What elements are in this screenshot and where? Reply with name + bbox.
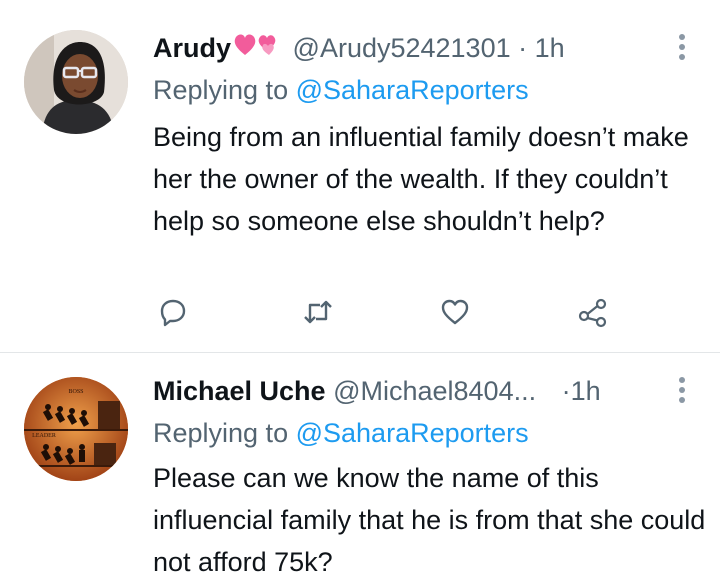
avatar[interactable] (24, 30, 128, 134)
avatar[interactable]: BOSS LEADER (24, 377, 128, 481)
tweet-actions (153, 292, 623, 332)
share-button[interactable] (573, 292, 613, 332)
reply-icon (160, 299, 186, 327)
replying-to: Replying to @SaharaReporters (153, 415, 529, 451)
separator: · (561, 376, 571, 406)
tweet-text: Please can we know the name of this infl… (153, 463, 706, 577)
tweet-header: Michael Uche @Michael8404... ·1h (153, 371, 630, 411)
replying-to: Replying to @SaharaReporters (153, 72, 529, 108)
tweet-header: Arudy @Arudy52421301 · 1h (153, 28, 630, 68)
avatar-illustration: BOSS LEADER (24, 377, 128, 481)
avatar-label-bottom: LEADER (32, 433, 56, 439)
share-icon (578, 298, 607, 328)
user-handle[interactable]: @Michael8404... (333, 376, 536, 406)
user-handle[interactable]: @Arudy52421301 (293, 33, 511, 63)
tweet-arudy[interactable]: Arudy @Arudy52421301 · 1h Replying to @S… (0, 0, 720, 352)
replying-prefix: Replying to (153, 75, 289, 105)
like-button[interactable] (435, 292, 475, 332)
two-hearts-icon (234, 34, 276, 56)
display-name[interactable]: Michael Uche (153, 376, 326, 406)
tweet-michael-uche[interactable]: BOSS LEADER Michael Uche @Michael8404...… (0, 353, 720, 587)
avatar-photo (24, 30, 128, 134)
mention-link[interactable]: @SaharaReporters (296, 75, 529, 105)
like-icon (441, 299, 469, 325)
reply-button[interactable] (153, 292, 193, 332)
retweet-icon (304, 300, 332, 324)
retweet-button[interactable] (298, 292, 338, 332)
timestamp[interactable]: 1h (571, 376, 601, 406)
mention-link[interactable]: @SaharaReporters (296, 418, 529, 448)
heart-emoji-icon (233, 29, 283, 70)
separator: · (518, 33, 528, 63)
more-icon[interactable] (678, 377, 686, 409)
timestamp[interactable]: 1h (535, 33, 565, 63)
avatar-label-top: BOSS (68, 389, 83, 395)
replying-prefix: Replying to (153, 418, 289, 448)
more-icon[interactable] (678, 34, 686, 66)
tweet-text: Being from an influential family doesn’t… (153, 122, 689, 236)
display-name[interactable]: Arudy (153, 33, 231, 63)
